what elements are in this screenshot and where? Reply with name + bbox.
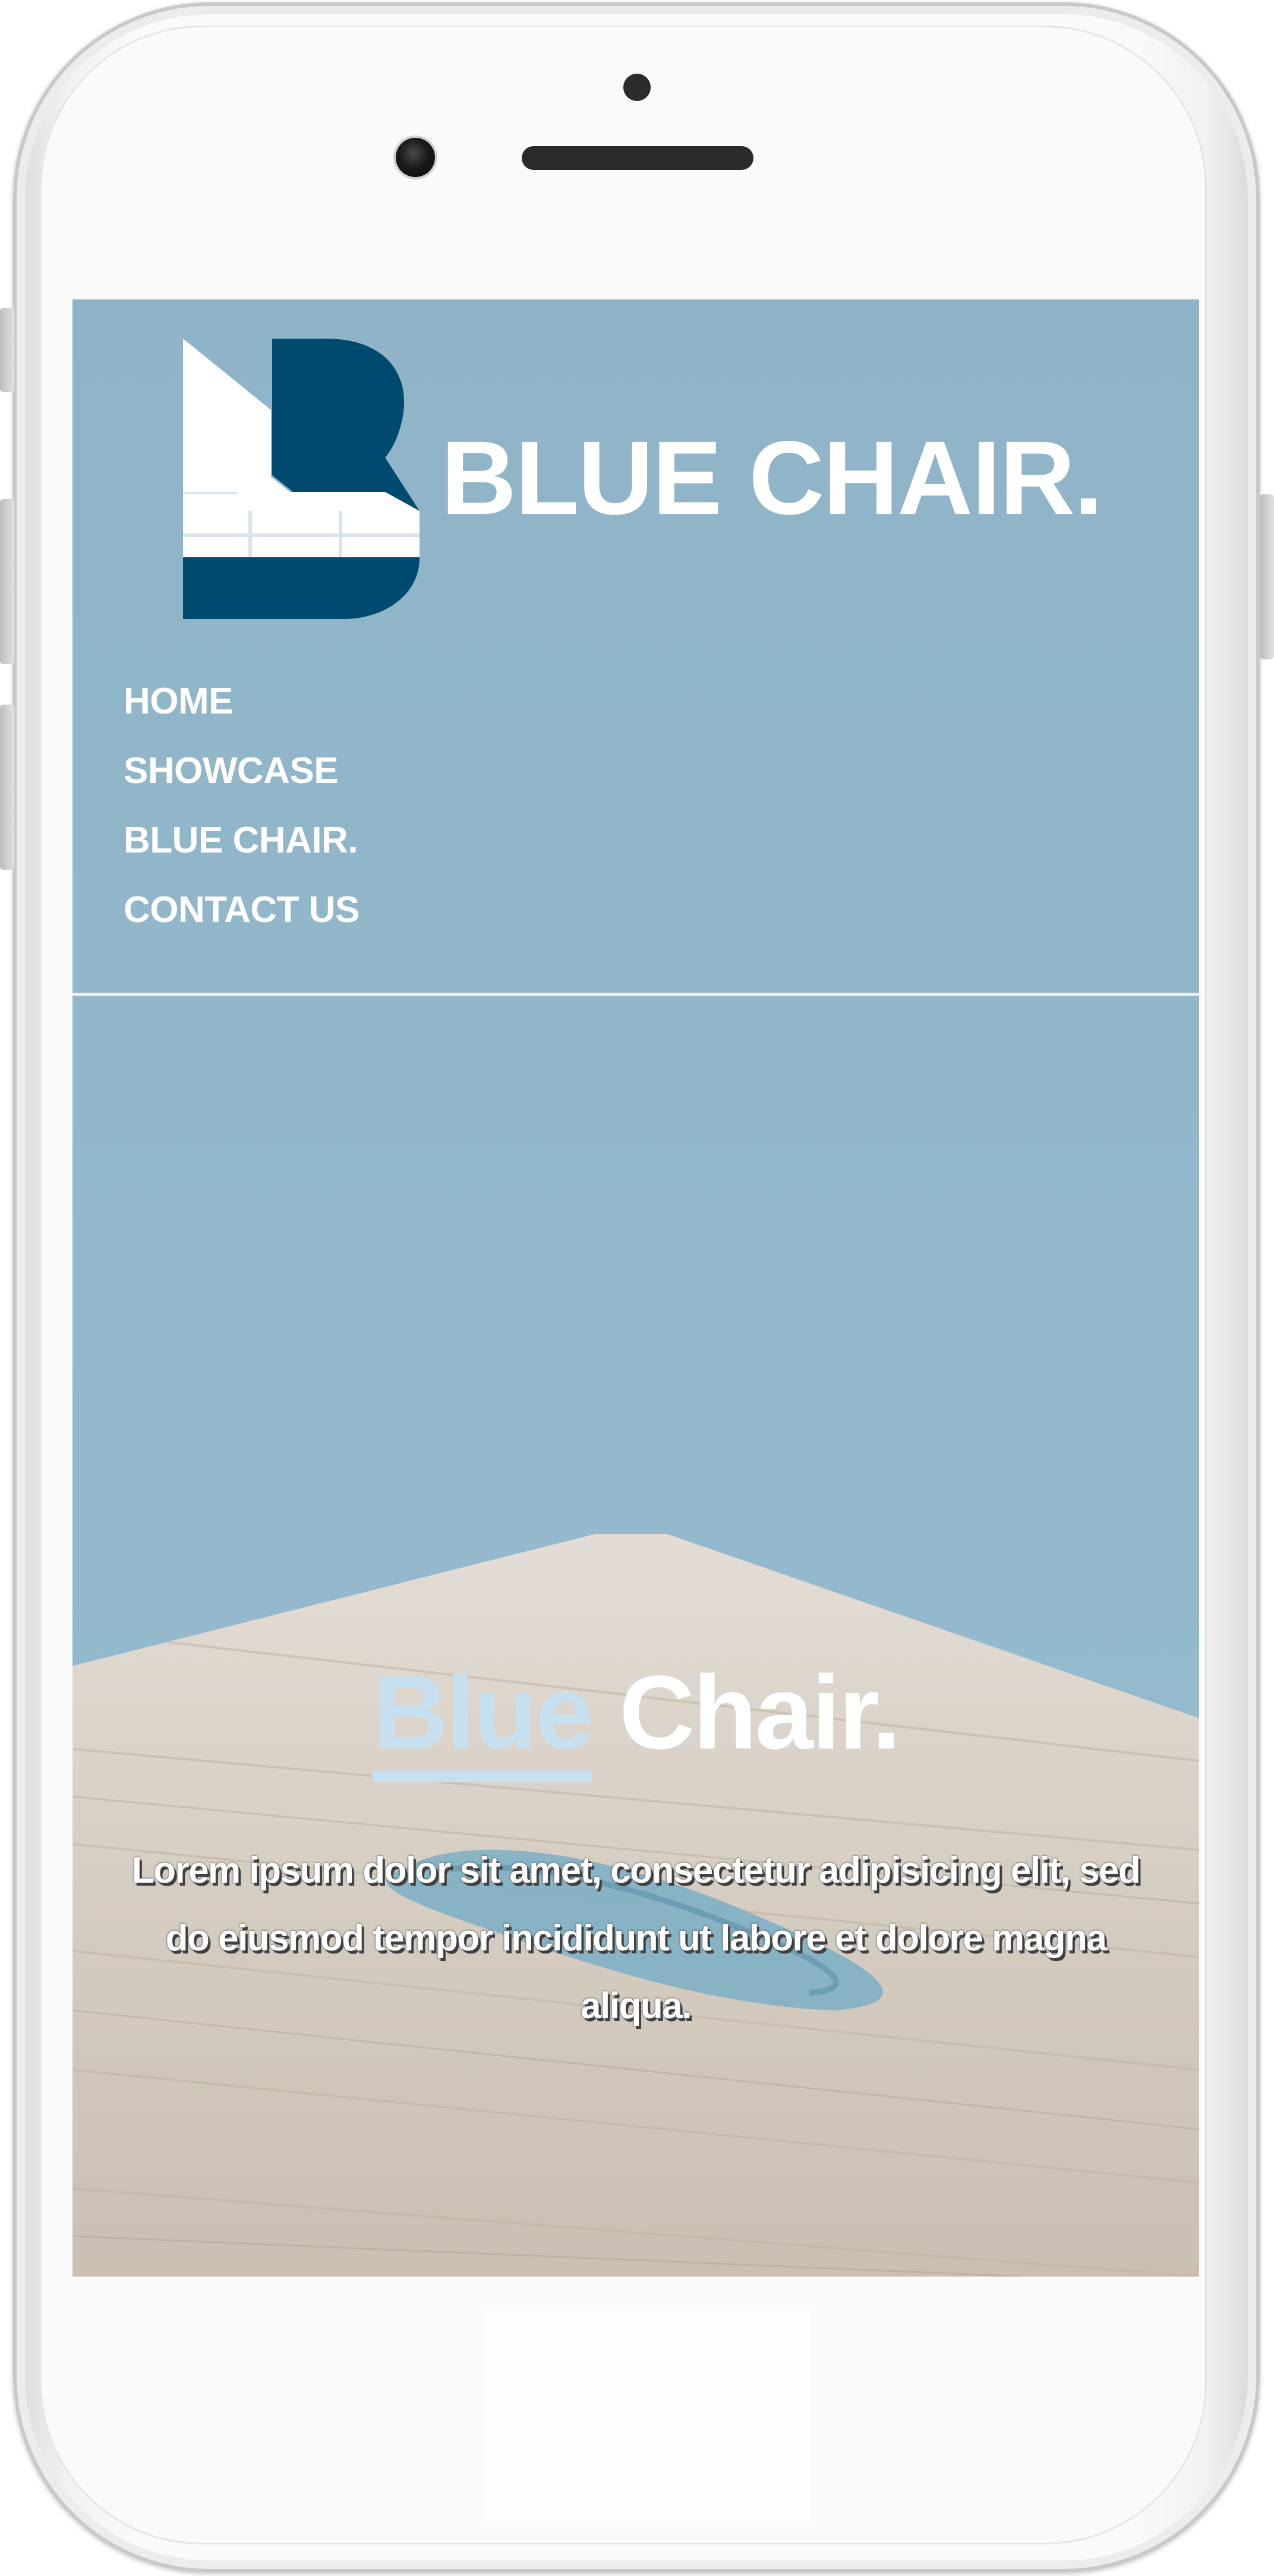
power-button bbox=[1260, 494, 1274, 659]
hero-description: Lorem ipsum dolor sit amet, consectetur … bbox=[131, 1850, 1141, 2026]
home-button[interactable] bbox=[484, 2309, 811, 2525]
volume-up-button bbox=[0, 499, 14, 664]
nav-item-blue-chair[interactable]: BLUE CHAIR. bbox=[124, 806, 360, 875]
nav-item-home[interactable]: HOME bbox=[124, 667, 360, 736]
site-header: BLUE CHAIR. HOME SHOWCASE BLUE CHAIR. CO… bbox=[72, 299, 1199, 996]
nav-item-contact-us[interactable]: CONTACT US bbox=[124, 875, 360, 945]
hero-title-accent: Blue bbox=[372, 1653, 594, 1782]
proximity-sensor bbox=[623, 74, 651, 101]
phone-screen: BLUE CHAIR. HOME SHOWCASE BLUE CHAIR. CO… bbox=[72, 299, 1199, 2277]
main-navigation: HOME SHOWCASE BLUE CHAIR. CONTACT US bbox=[124, 667, 360, 945]
volume-down-button bbox=[0, 705, 14, 870]
hero-title: Blue Chair. bbox=[72, 1653, 1199, 1782]
nav-item-showcase[interactable]: SHOWCASE bbox=[124, 736, 360, 806]
brand-name[interactable]: BLUE CHAIR. bbox=[441, 418, 1103, 538]
earpiece-speaker bbox=[522, 146, 753, 170]
front-camera-icon bbox=[396, 138, 435, 177]
blue-chair-b-logo-icon[interactable] bbox=[183, 339, 420, 619]
hero-title-rest: Chair. bbox=[619, 1655, 901, 1771]
mute-switch bbox=[0, 308, 14, 392]
